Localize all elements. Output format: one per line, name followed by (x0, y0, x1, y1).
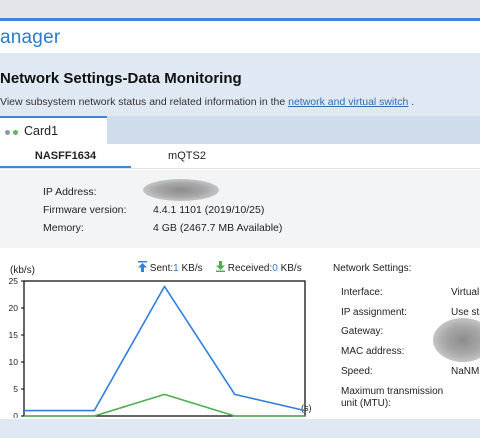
subtitle-text: View subsystem network status and relate… (0, 96, 289, 108)
status-dot-icon (5, 130, 10, 135)
y-tick-label: 15 (9, 330, 19, 340)
plot-frame (23, 280, 306, 417)
firmware-version-label: Firmware version: (43, 204, 127, 216)
page-title: Network Settings-Data Monitoring (0, 70, 242, 87)
subtab-nasff1634[interactable]: NASFF1634 (0, 144, 131, 168)
gateway-label: Gateway: (341, 326, 384, 337)
app-title: anager (0, 27, 61, 48)
y-tick-label: 10 (9, 357, 19, 367)
firmware-version-value: 4.4.1 1101 (2019/10/25) (153, 204, 265, 216)
traffic-chart-area: Sent:1 KB/s Received:0 KB/s (kb/s) 0 5 10 15… (0, 258, 330, 418)
subtab-divider (0, 168, 480, 169)
y-tick-label: 5 (13, 384, 18, 394)
memory-label: Memory: (43, 222, 84, 234)
redacted-network-values (433, 318, 480, 362)
series-line-received (24, 393, 305, 417)
ip-assignment-value: Use sta (451, 307, 480, 318)
y-tick-label: 0 (13, 411, 18, 418)
title-bar: anager (0, 21, 480, 53)
ip-address-label: IP Address: (43, 186, 97, 198)
tab-strip-background (107, 116, 480, 144)
subtitle-suffix: . (408, 96, 415, 108)
y-tick-label: 20 (9, 303, 19, 313)
network-settings-panel: Network Settings: Interface: Virtual IP … (333, 258, 480, 418)
traffic-line-chart: (kb/s) 0 5 10 15 20 25 (s) (9, 265, 312, 418)
window-top-strip (0, 0, 480, 18)
status-dot-icon (13, 130, 18, 135)
network-settings-heading: Network Settings: (333, 263, 412, 274)
device-info-box: IP Address: Firmware version: 4.4.1 1101… (0, 170, 480, 248)
network-virtual-switch-link[interactable]: network and virtual switch (288, 96, 408, 108)
speed-label: Speed: (341, 366, 373, 377)
card-content: NASFF1634 mQTS2 IP Address: Firmware ver… (0, 144, 480, 419)
x-axis-label: (s) (301, 403, 312, 413)
redacted-ip-address (143, 179, 219, 201)
tab-card1-label: Card1 (24, 124, 59, 138)
y-axis-label: (kb/s) (10, 265, 35, 276)
series-line-sent (24, 285, 306, 412)
subtab-mqts2[interactable]: mQTS2 (131, 144, 243, 168)
y-tick-label: 25 (9, 276, 19, 286)
ip-assignment-label: IP assignment: (341, 307, 407, 318)
mtu-label: Maximum transmission unit (MTU): (341, 386, 444, 409)
page-subtitle: View subsystem network status and relate… (0, 96, 414, 108)
tab-card1[interactable]: Card1 (0, 116, 107, 144)
main-panel: Network Settings-Data Monitoring View su… (0, 53, 480, 438)
speed-value: NaNMB (451, 366, 480, 377)
interface-value: Virtual (451, 287, 480, 298)
memory-value: 4 GB (2467.7 MB Available) (153, 222, 283, 234)
mac-address-label: MAC address: (341, 346, 405, 357)
interface-label: Interface: (341, 287, 383, 298)
